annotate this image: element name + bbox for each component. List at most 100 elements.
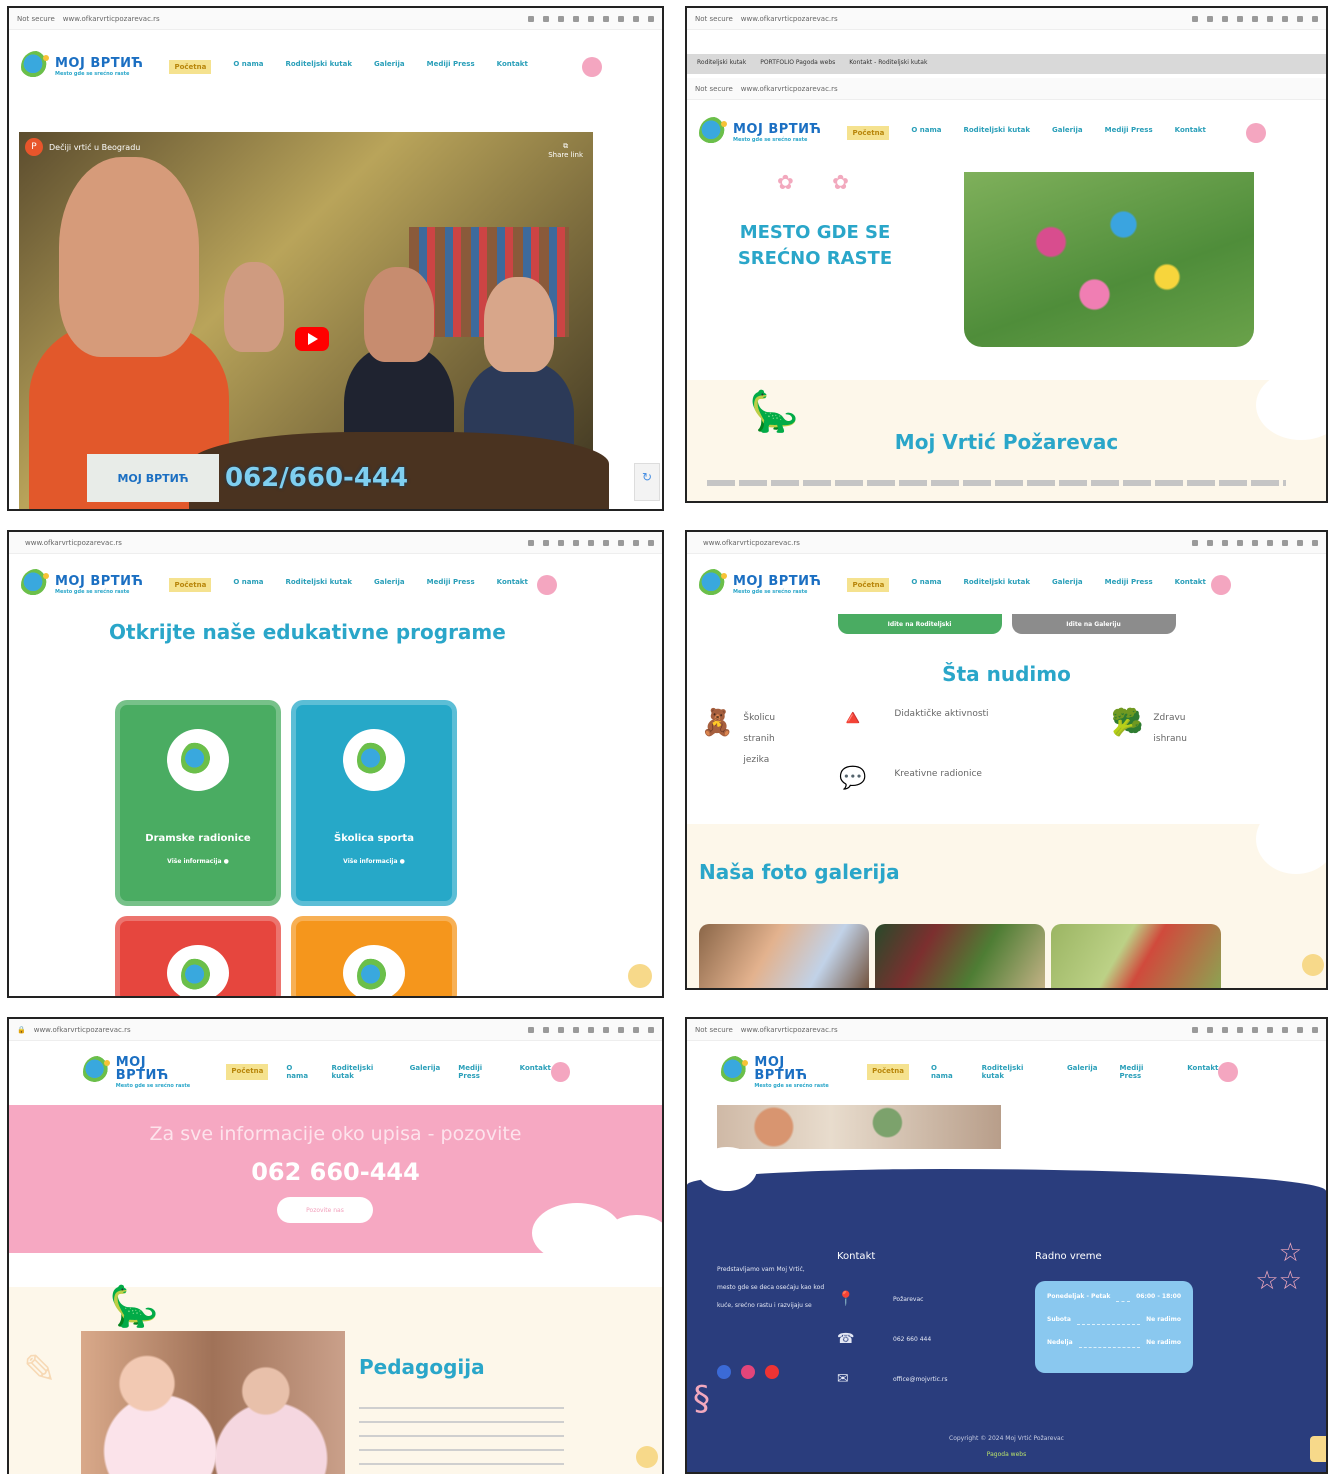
menu-item-roditeljski-kutak[interactable]: Roditeljski kutak (332, 1064, 392, 1080)
chat-widget-icon[interactable] (636, 1446, 658, 1468)
url-text[interactable]: www.ofkarvrticpozarevac.rs (741, 85, 838, 93)
browser-address-bar[interactable]: www.ofkarvrticpozarevac.rs (9, 532, 662, 554)
browser-address-bar[interactable]: 🔒 www.ofkarvrticpozarevac.rs (9, 1019, 662, 1041)
menu-item-o-nama[interactable]: O nama (911, 578, 941, 592)
menu-item-mediji[interactable]: Mediji Press (1105, 126, 1153, 140)
browser-tab[interactable]: Roditeljski kutak (697, 59, 746, 69)
url-text[interactable]: www.ofkarvrticpozarevac.rs (25, 539, 122, 547)
contact-phone[interactable]: 062 660 444 (893, 1336, 931, 1343)
browser-address-bar[interactable]: Not secure www.ofkarvrticpozarevac.rs (687, 8, 1326, 30)
url-text[interactable]: www.ofkarvrticpozarevac.rs (63, 15, 160, 23)
program-card-dramske[interactable]: Dramske radionice Više informacija ● (115, 700, 281, 906)
go-parents-button[interactable]: Idite na Roditeljski (837, 614, 1002, 634)
pink-circle-button[interactable] (1246, 123, 1266, 143)
browser-tab[interactable]: PORTFOLIO Pagoda webs (760, 59, 835, 69)
gallery-photo[interactable] (1051, 924, 1221, 988)
gallery-photo[interactable] (699, 924, 869, 988)
contact-address[interactable]: Požarevac (893, 1296, 923, 1303)
menu-item-o-nama[interactable]: O nama (233, 60, 263, 74)
video-title[interactable]: P Dečiji vrtić u Beogradu (25, 138, 140, 156)
youtube-icon[interactable] (765, 1365, 779, 1379)
pink-circle-button[interactable] (1218, 1062, 1238, 1082)
menu-item-o-nama[interactable]: O nama (233, 578, 263, 592)
menu-item-o-nama[interactable]: O nama (931, 1064, 960, 1080)
menu-item-kontakt[interactable]: Kontakt (497, 578, 528, 592)
site-logo[interactable]: МОЈ ВРТИЋ Mesto gde se srećno raste (21, 569, 143, 601)
menu-item-mediji[interactable]: Mediji Press (427, 578, 475, 592)
program-card[interactable] (291, 916, 457, 996)
menu-item-galerija[interactable]: Galerija (1052, 126, 1083, 140)
program-card-skolica-sporta[interactable]: Školica sporta Više informacija ● (291, 700, 457, 906)
menu-item-galerija[interactable]: Galerija (374, 578, 405, 592)
program-card[interactable] (115, 916, 281, 996)
menu-item-roditeljski-kutak[interactable]: Roditeljski kutak (963, 126, 1030, 140)
credit-link[interactable]: Pagoda webs (687, 1447, 1326, 1463)
menu-item-roditeljski-kutak[interactable]: Roditeljski kutak (982, 1064, 1045, 1080)
more-info-link[interactable]: Više informacija ● (167, 858, 229, 865)
url-text[interactable]: www.ofkarvrticpozarevac.rs (741, 15, 838, 23)
menu-item-pocetna[interactable]: Početna (847, 578, 890, 592)
menu-item-mediji[interactable]: Mediji Press (458, 1064, 501, 1080)
call-us-button[interactable]: Pozovite nas (277, 1197, 373, 1223)
menu-item-kontakt[interactable]: Kontakt (1175, 578, 1206, 592)
main-menu: Početna O nama Roditeljski kutak Galerij… (847, 126, 1206, 140)
menu-item-galerija[interactable]: Galerija (410, 1064, 441, 1080)
menu-item-galerija[interactable]: Galerija (374, 60, 405, 74)
site-logo[interactable]: МОЈ ВРТИЋ Mesto gde se srećno raste (699, 569, 821, 601)
channel-avatar[interactable]: P (25, 138, 43, 156)
instagram-icon[interactable] (741, 1365, 755, 1379)
menu-item-kontakt[interactable]: Kontakt (520, 1064, 551, 1080)
pink-circle-button[interactable] (537, 575, 557, 595)
youtube-video-player[interactable]: P Dečiji vrtić u Beogradu ⧉ Share link МО… (19, 132, 609, 509)
pink-circle-button[interactable] (582, 57, 602, 77)
more-info-link[interactable]: Više informacija ● (343, 858, 405, 865)
video-title-text[interactable]: Dečiji vrtić u Beogradu (49, 143, 140, 152)
menu-item-kontakt[interactable]: Kontakt (1175, 126, 1206, 140)
menu-item-kontakt[interactable]: Kontakt (497, 60, 528, 74)
menu-item-pocetna[interactable]: Početna (226, 1064, 269, 1080)
play-button[interactable] (295, 327, 329, 351)
menu-item-pocetna[interactable]: Početna (867, 1064, 909, 1080)
menu-item-galerija[interactable]: Galerija (1052, 578, 1083, 592)
menu-item-roditeljski-kutak[interactable]: Roditeljski kutak (963, 578, 1030, 592)
menu-item-pocetna[interactable]: Početna (169, 578, 212, 592)
screenshot-footer: Not secure www.ofkarvrticpozarevac.rs МО… (685, 1017, 1328, 1474)
go-gallery-button[interactable]: Idite na Galeriju (1011, 614, 1176, 634)
pink-circle-button[interactable] (1211, 575, 1231, 595)
url-text[interactable]: www.ofkarvrticpozarevac.rs (741, 1026, 838, 1034)
logo-text: МОЈ ВРТИЋ Mesto gde se srećno raste (733, 122, 822, 143)
site-logo[interactable]: МОЈ ВРТИЋ Mesto gde se srećno raste (83, 1056, 200, 1089)
url-text[interactable]: www.ofkarvrticpozarevac.rs (703, 539, 800, 547)
gallery-photo[interactable] (875, 924, 1045, 988)
menu-item-roditeljski-kutak[interactable]: Roditeljski kutak (285, 60, 352, 74)
browser-tab[interactable]: Kontakt - Roditeljski kutak (849, 59, 927, 69)
chat-widget-icon[interactable] (1310, 1436, 1326, 1462)
contact-email[interactable]: office@mojvrtic.rs (893, 1376, 947, 1383)
enroll-phone[interactable]: 062 660-444 (9, 1158, 662, 1186)
menu-item-kontakt[interactable]: Kontakt (1187, 1064, 1218, 1080)
browser-address-bar[interactable]: Not secure www.ofkarvrticpozarevac.rs (687, 1019, 1326, 1041)
site-logo[interactable]: МОЈ ВРТИЋ Mesto gde se srećno raste (721, 1056, 841, 1089)
facebook-icon[interactable] (717, 1365, 731, 1379)
browser-address-bar[interactable]: www.ofkarvrticpozarevac.rs (687, 532, 1326, 554)
browser-address-bar[interactable]: Not secure www.ofkarvrticpozarevac.rs (9, 8, 662, 30)
menu-item-roditeljski-kutak[interactable]: Roditeljski kutak (285, 578, 352, 592)
site-logo[interactable]: МОЈ ВРТИЋ Mesto gde se srećno raste (699, 117, 821, 149)
browser-address-bar[interactable]: Not secure www.ofkarvrticpozarevac.rs (687, 78, 1326, 100)
menu-item-pocetna[interactable]: Početna (847, 126, 890, 140)
pink-circle-button[interactable] (550, 1062, 570, 1082)
chat-widget-icon[interactable] (1302, 954, 1324, 976)
menu-item-o-nama[interactable]: O nama (911, 126, 941, 140)
menu-item-o-nama[interactable]: O nama (286, 1064, 313, 1080)
menu-item-mediji[interactable]: Mediji Press (427, 60, 475, 74)
site-header: МОЈ ВРТИЋ Mesto gde se srećno raste Počet… (9, 1049, 662, 1095)
url-text[interactable]: www.ofkarvrticpozarevac.rs (34, 1026, 131, 1034)
menu-item-galerija[interactable]: Galerija (1067, 1064, 1098, 1080)
menu-item-mediji[interactable]: Mediji Press (1105, 578, 1153, 592)
site-logo[interactable]: МОЈ ВРТИЋ Mesto gde se srećno raste (21, 51, 143, 83)
menu-item-pocetna[interactable]: Početna (169, 60, 212, 74)
share-button[interactable]: ⧉ Share link (548, 142, 583, 159)
recaptcha-badge[interactable]: ↻ (634, 463, 660, 501)
chat-widget-icon[interactable] (628, 964, 652, 988)
menu-item-mediji[interactable]: Mediji Press (1120, 1064, 1166, 1080)
